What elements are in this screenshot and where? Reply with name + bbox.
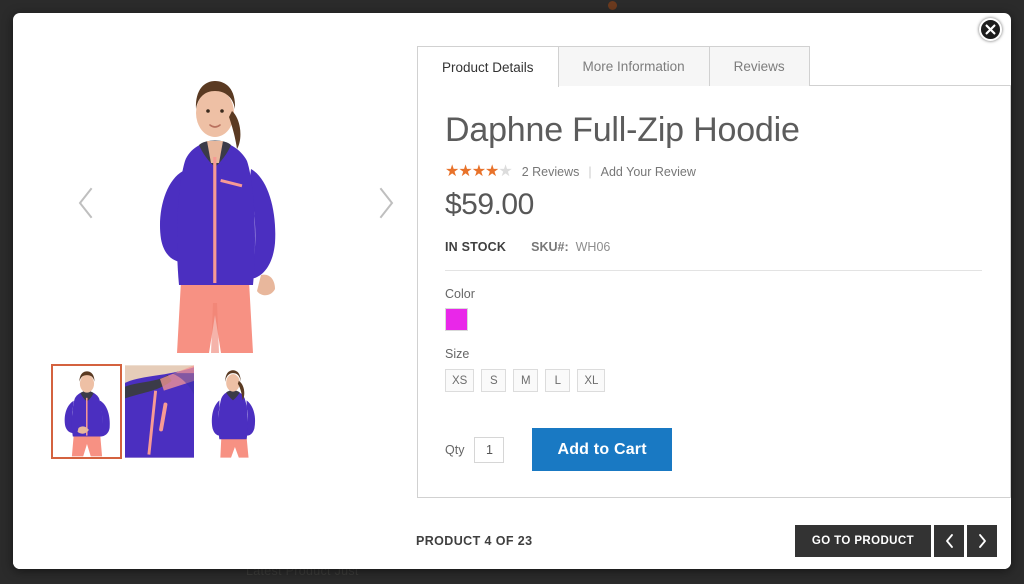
divider — [445, 270, 982, 272]
star-icon: ★ — [471, 163, 486, 181]
product-main-image[interactable] — [125, 53, 305, 353]
quantity-stepper[interactable] — [474, 436, 505, 463]
modal-body: Product Details More Information Reviews… — [13, 13, 1011, 513]
close-x-glyph — [985, 24, 996, 35]
gallery-prev-arrow[interactable] — [69, 181, 103, 225]
close-icon[interactable] — [979, 18, 1002, 41]
sku-value: WH06 — [575, 240, 611, 255]
add-your-review-link[interactable]: Add Your Review — [601, 165, 696, 179]
product-price: $59.00 — [445, 188, 534, 222]
star-icon: ★ — [498, 163, 512, 181]
color-swatches — [445, 308, 982, 332]
main-image-wrap — [13, 43, 417, 363]
chevron-right-icon — [379, 187, 394, 219]
size-option-l[interactable]: L — [545, 369, 571, 393]
thumbnail-item[interactable] — [51, 364, 122, 459]
footer-navigation: GO TO PRODUCT — [794, 525, 997, 557]
rating-separator: | — [588, 165, 592, 180]
add-to-cart-button[interactable]: Add to Cart — [532, 428, 672, 472]
background-favicon-dot — [608, 1, 617, 10]
star-icon: ★ — [445, 163, 459, 181]
size-option-m[interactable]: M — [513, 369, 539, 393]
product-gallery — [13, 13, 417, 513]
sku-label: SKU#: — [531, 240, 569, 255]
thumbnail-item[interactable] — [197, 364, 268, 459]
tab-product-details[interactable]: Product Details — [417, 46, 559, 88]
purchase-row: Qty Add to Cart — [445, 428, 982, 472]
thumbnail-item[interactable] — [124, 364, 195, 459]
thumb-back-view-image — [198, 365, 267, 458]
thumb-zip-detail-image — [125, 365, 194, 458]
size-option-xl[interactable]: XL — [577, 369, 606, 393]
star-icon: ★ — [485, 163, 499, 181]
next-product-button[interactable] — [967, 525, 997, 557]
quickview-modal: Product Details More Information Reviews… — [13, 13, 1011, 569]
modal-footer: PRODUCT 4 OF 23 GO TO PRODUCT — [13, 513, 1011, 569]
thumbnail-strip — [51, 364, 268, 459]
size-option-label: Size — [445, 347, 470, 362]
size-option-s[interactable]: S — [481, 369, 507, 393]
go-to-product-button[interactable]: GO TO PRODUCT — [794, 525, 931, 557]
product-counter: PRODUCT 4 OF 23 — [416, 534, 533, 548]
product-details-panel: Daphne Full-Zip Hoodie ★ ★ ★ ★ ★ 2 Revie… — [417, 85, 1011, 498]
page-root: Latest Product Just Product Details More… — [0, 0, 1024, 584]
chevron-right-icon — [978, 534, 986, 548]
status-badge: IN STOCK — [445, 240, 507, 255]
star-icon: ★ — [458, 163, 472, 181]
chevron-left-icon — [78, 187, 93, 219]
rating-row: ★ ★ ★ ★ ★ 2 Reviews | Add Your Review — [445, 164, 982, 180]
tab-reviews[interactable]: Reviews — [709, 46, 810, 86]
size-option-xs[interactable]: XS — [445, 369, 475, 393]
tab-bar: Product Details More Information Reviews — [417, 46, 1011, 88]
thumb-front-full-image — [53, 366, 120, 457]
previous-product-button[interactable] — [934, 525, 964, 557]
size-options: XS S M L XL — [445, 369, 982, 393]
qty-label: Qty — [445, 442, 465, 457]
product-details-pane: Product Details More Information Reviews… — [417, 13, 1011, 513]
reviews-count-link[interactable]: 2 Reviews — [522, 165, 580, 179]
rating-stars[interactable]: ★ ★ ★ ★ ★ — [445, 163, 513, 181]
color-swatch-magenta[interactable] — [445, 308, 468, 332]
chevron-left-icon — [945, 534, 953, 548]
page-title: Daphne Full-Zip Hoodie — [445, 111, 800, 149]
sku-block: SKU#: WH06 — [531, 240, 610, 254]
tab-more-information[interactable]: More Information — [558, 46, 710, 86]
color-option-label: Color — [445, 287, 475, 302]
stock-row: IN STOCK SKU#: WH06 — [445, 240, 982, 254]
gallery-next-arrow[interactable] — [369, 181, 403, 225]
